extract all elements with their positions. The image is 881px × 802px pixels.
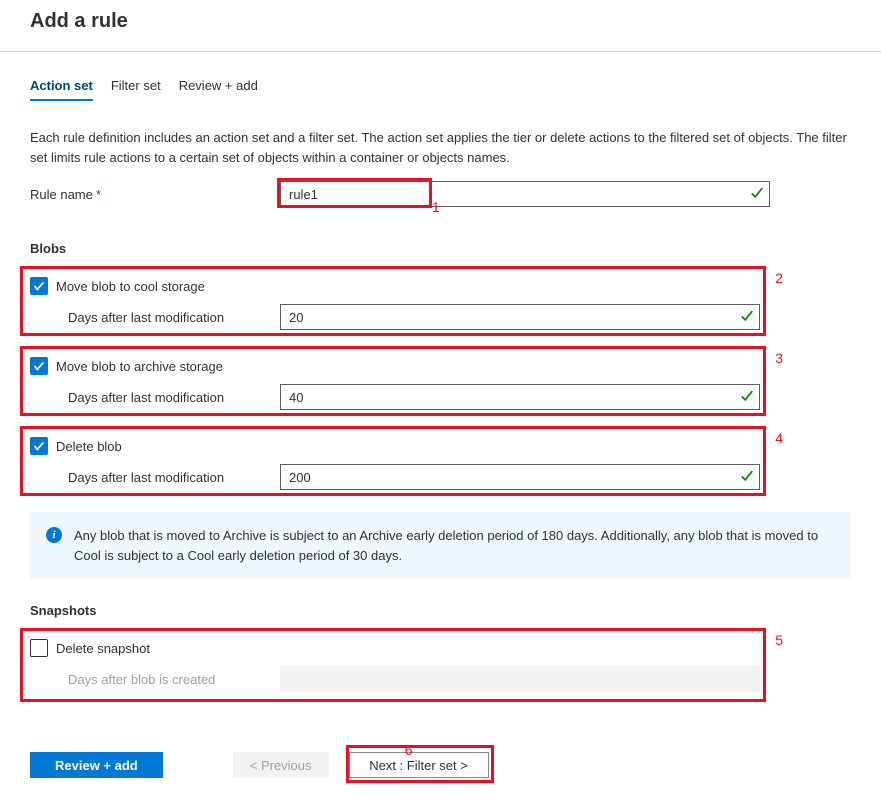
tree-connector-icon (38, 462, 68, 492)
section-title-blobs: Blobs (30, 241, 851, 256)
info-icon: i (46, 527, 62, 543)
wizard-footer: Review + add < Previous Next : Filter se… (0, 734, 881, 796)
days-label-cool: Days after last modification (68, 310, 280, 325)
checkbox-delete-blob[interactable] (30, 437, 48, 455)
days-input-archive[interactable] (280, 384, 760, 410)
checkbox-label-delete-snapshot: Delete snapshot (56, 641, 150, 656)
checkbox-move-cool[interactable] (30, 277, 48, 295)
tab-filter-set[interactable]: Filter set (111, 74, 161, 101)
tab-action-set[interactable]: Action set (30, 74, 93, 101)
days-label-delete: Days after last modification (68, 470, 280, 485)
checkbox-label-delete-blob: Delete blob (56, 439, 122, 454)
page-header: Add a rule (0, 0, 881, 52)
days-label-snapshot: Days after blob is created (68, 672, 280, 687)
checkbox-label-move-cool: Move blob to cool storage (56, 279, 205, 294)
page-title: Add a rule (30, 10, 863, 33)
checkbox-label-move-archive: Move blob to archive storage (56, 359, 223, 374)
description-text: Each rule definition includes an action … (30, 128, 851, 167)
review-add-button[interactable]: Review + add (30, 752, 163, 778)
rule-name-field (280, 181, 770, 207)
tree-connector-icon (38, 382, 68, 412)
tab-review-add[interactable]: Review + add (179, 74, 258, 101)
checkbox-move-archive[interactable] (30, 357, 48, 375)
tree-connector-icon (38, 664, 68, 694)
next-button[interactable]: Next : Filter set > (349, 752, 489, 778)
days-input-snapshot (280, 666, 760, 692)
rule-name-label: Rule name* (30, 187, 280, 202)
checkbox-delete-snapshot[interactable] (30, 639, 48, 657)
info-text: Any blob that is moved to Archive is sub… (74, 526, 835, 565)
days-input-delete[interactable] (280, 464, 760, 490)
info-callout: i Any blob that is moved to Archive is s… (30, 512, 851, 579)
tab-strip: Action set Filter set Review + add (30, 74, 851, 101)
tree-connector-icon (38, 302, 68, 332)
section-title-snapshots: Snapshots (30, 603, 851, 618)
days-input-cool[interactable] (280, 304, 760, 330)
rule-name-input[interactable] (280, 181, 770, 207)
previous-button: < Previous (233, 752, 329, 778)
days-label-archive: Days after last modification (68, 390, 280, 405)
